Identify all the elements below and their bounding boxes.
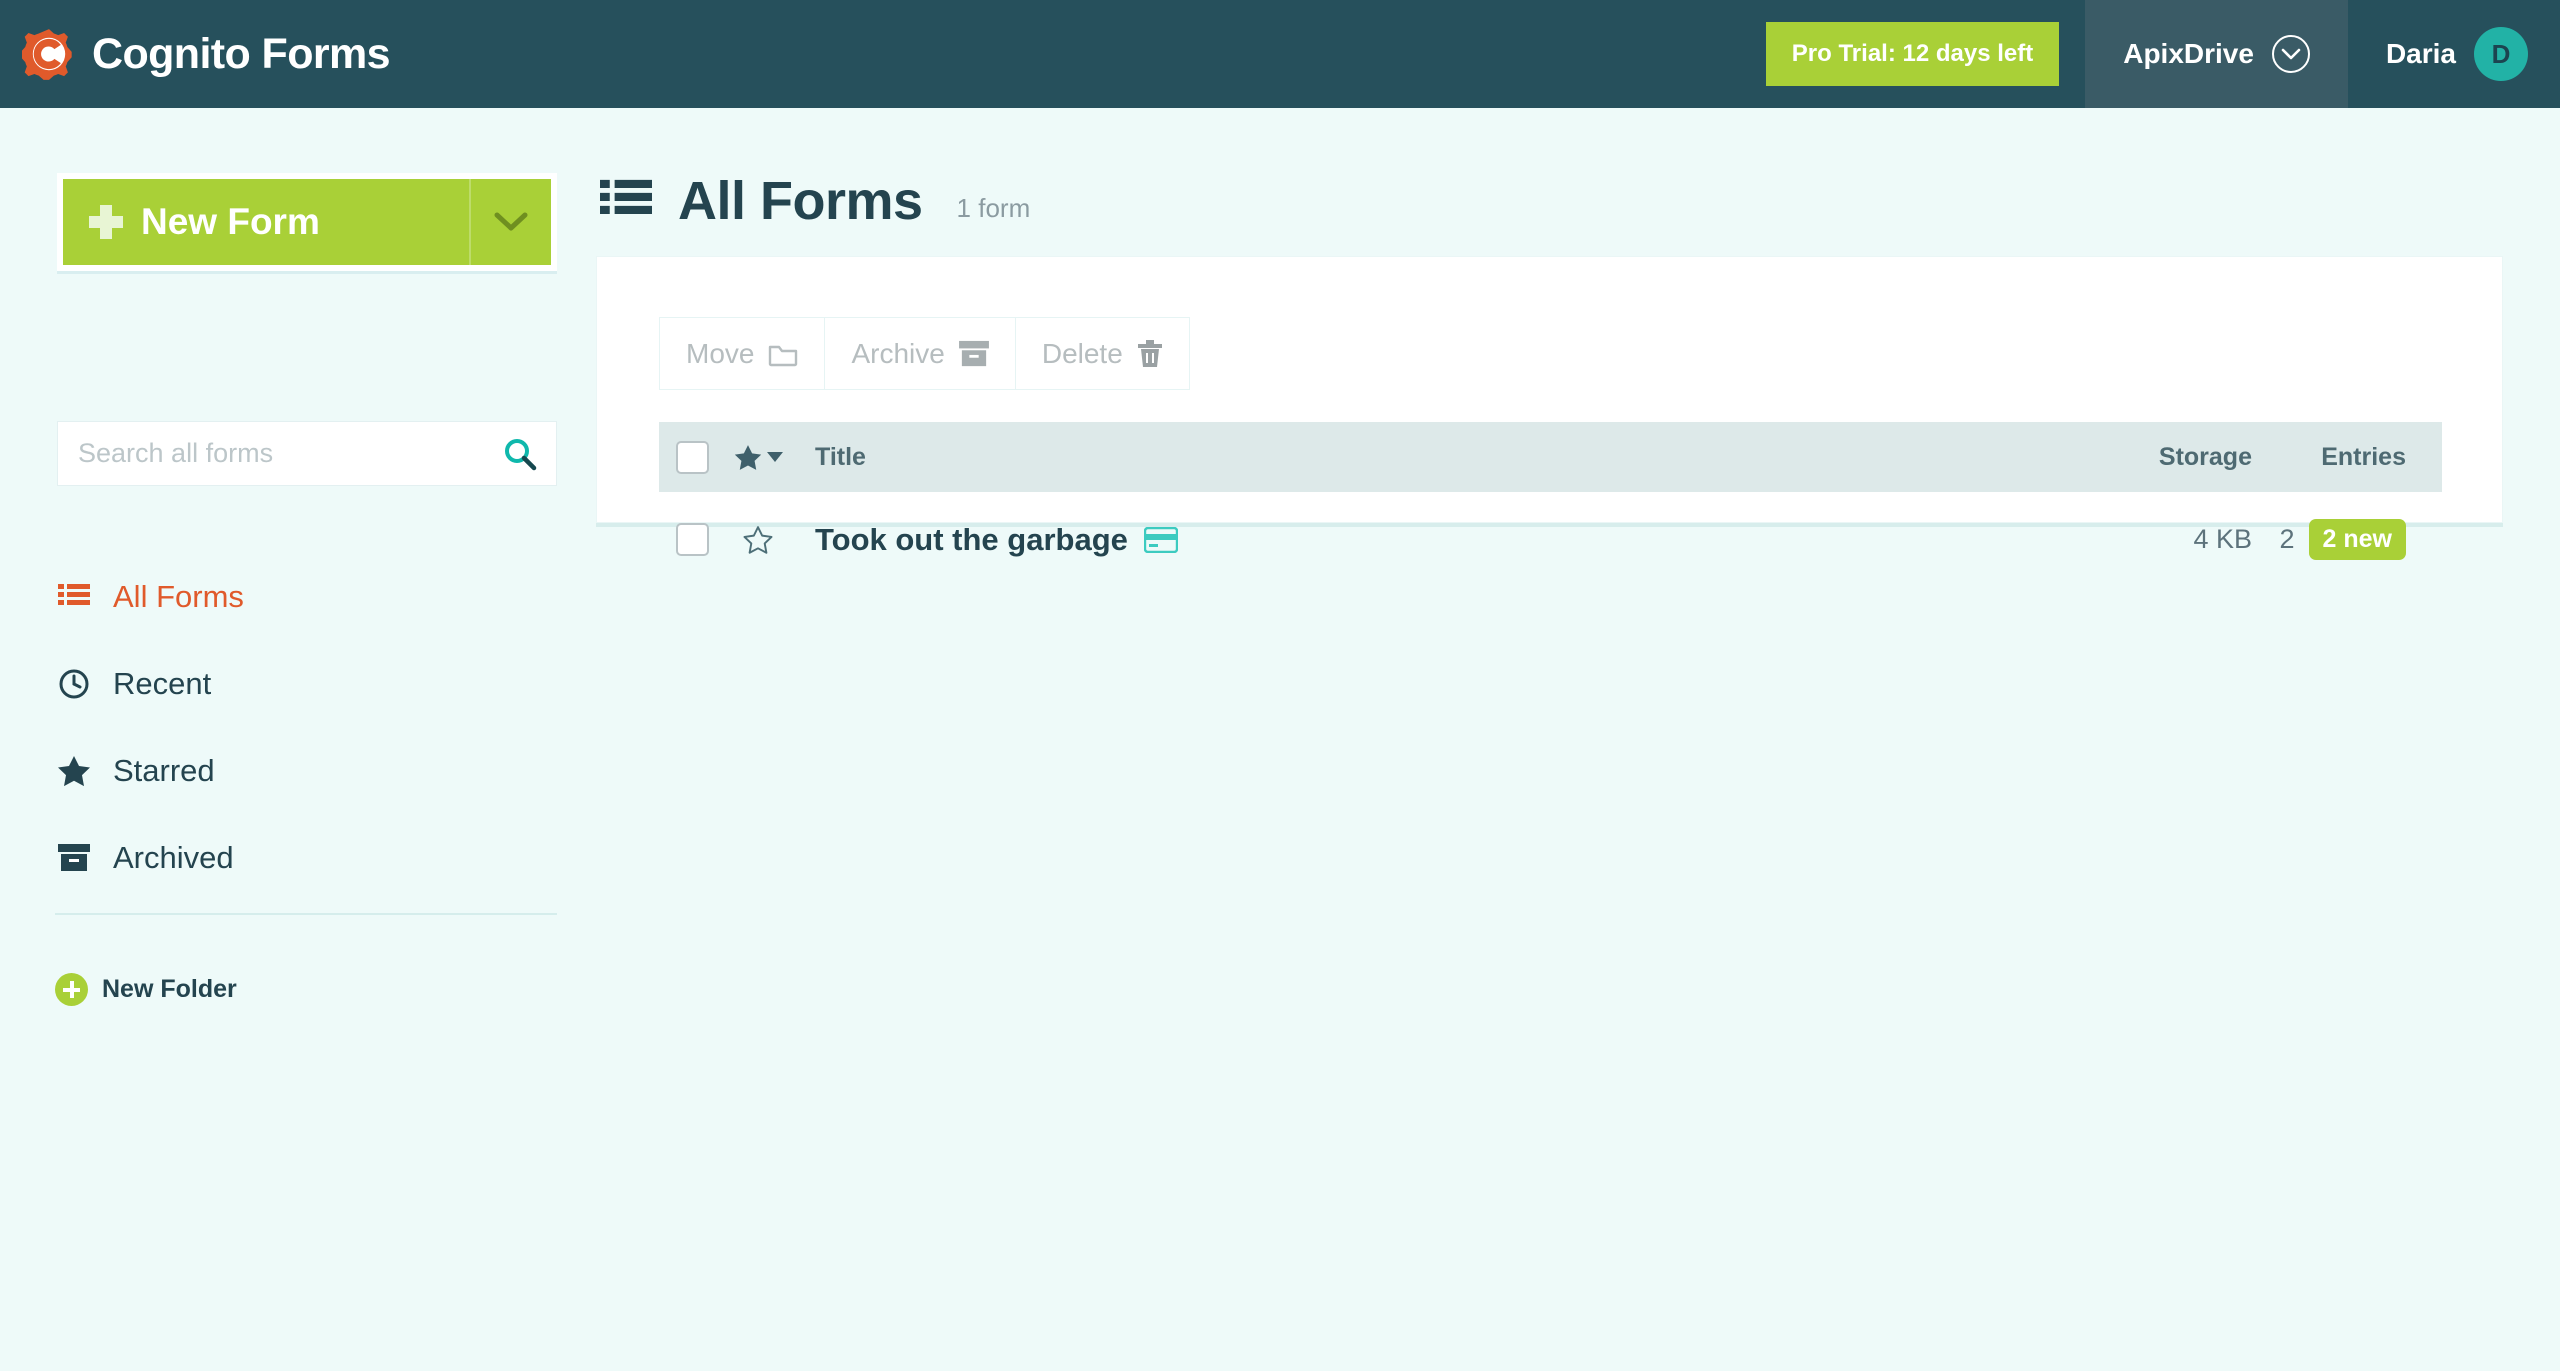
entries-column-label: Entries bbox=[2321, 442, 2406, 471]
org-switcher[interactable]: ApixDrive bbox=[2085, 0, 2348, 108]
storage-value: 4 KB bbox=[2193, 524, 2252, 554]
brand-name: Cognito Forms bbox=[92, 29, 391, 78]
sidebar-item-label: Archived bbox=[113, 839, 234, 875]
storage-column-header[interactable]: Storage bbox=[2052, 443, 2252, 472]
sidebar-item-label: Recent bbox=[113, 665, 212, 701]
brand-logo[interactable]: Cognito Forms bbox=[22, 27, 391, 81]
sidebar-divider bbox=[55, 913, 557, 915]
delete-button[interactable]: Delete bbox=[1014, 317, 1190, 390]
new-folder-label: New Folder bbox=[102, 975, 237, 1003]
trash-icon bbox=[1137, 339, 1162, 367]
sidebar-item-recent[interactable]: Recent bbox=[57, 640, 557, 727]
sidebar-item-archived[interactable]: Archived bbox=[57, 814, 557, 901]
entries-value: 2 bbox=[2279, 524, 2295, 554]
select-all-checkbox[interactable] bbox=[675, 440, 709, 474]
row-checkbox[interactable] bbox=[675, 523, 709, 556]
title-column-label: Title bbox=[815, 442, 866, 471]
cognito-gear-icon bbox=[22, 29, 72, 80]
storage-column-label: Storage bbox=[2158, 442, 2252, 471]
form-count: 1 form bbox=[956, 192, 1031, 223]
org-name: ApixDrive bbox=[2123, 38, 2254, 69]
plus-circle-icon bbox=[55, 973, 88, 1006]
table-row[interactable]: Took out the garbage 4 KB 2 2 new bbox=[659, 492, 2442, 587]
plus-icon bbox=[89, 205, 123, 239]
delete-button-label: Delete bbox=[1041, 337, 1123, 369]
move-button-label: Move bbox=[686, 337, 755, 369]
page-header: All Forms 1 form bbox=[600, 170, 2560, 232]
row-title-cell[interactable]: Took out the garbage bbox=[791, 522, 2052, 558]
row-star-cell[interactable] bbox=[725, 525, 791, 554]
sidebar-item-label: Starred bbox=[113, 752, 215, 788]
bulk-action-toolbar: Move Archive Delete bbox=[659, 317, 1190, 390]
move-button[interactable]: Move bbox=[659, 317, 825, 390]
star-sort-cell[interactable] bbox=[725, 444, 791, 471]
new-entries-badge[interactable]: 2 new bbox=[2308, 519, 2406, 560]
sidebar-item-starred[interactable]: Starred bbox=[57, 727, 557, 814]
star-filled-icon bbox=[57, 754, 91, 788]
new-form-button[interactable]: New Form bbox=[63, 179, 551, 265]
trial-badge-wrap: Pro Trial: 12 days left bbox=[1765, 0, 2085, 108]
chevron-down-icon bbox=[494, 212, 528, 231]
sidebar: New Form All Forms bbox=[0, 108, 600, 1371]
top-header-right: Pro Trial: 12 days left ApixDrive Daria … bbox=[1765, 0, 2560, 108]
forms-card: Move Archive Delete Title Storage Entrie… bbox=[596, 256, 2503, 560]
archive-box-icon bbox=[57, 841, 91, 875]
trial-badge[interactable]: Pro Trial: 12 days left bbox=[1765, 22, 2060, 86]
new-form-dropdown-button[interactable] bbox=[469, 179, 551, 265]
top-header-bar: Cognito Forms Pro Trial: 12 days left Ap… bbox=[0, 0, 2560, 108]
list-icon bbox=[600, 179, 652, 214]
list-icon bbox=[57, 580, 91, 614]
search-icon[interactable] bbox=[502, 436, 538, 472]
entries-column-header[interactable]: Entries bbox=[2252, 443, 2442, 472]
title-column-header[interactable]: Title bbox=[791, 443, 2052, 472]
archive-button-label: Archive bbox=[851, 337, 945, 369]
clock-icon bbox=[57, 667, 91, 701]
chevron-down-icon bbox=[766, 452, 783, 462]
chevron-down-circle-icon bbox=[2271, 35, 2310, 73]
forms-table: Title Storage Entries Took out the garba… bbox=[659, 422, 2442, 587]
user-menu[interactable]: Daria D bbox=[2348, 0, 2560, 108]
payment-card-icon bbox=[1143, 526, 1178, 553]
sidebar-item-label: All Forms bbox=[113, 578, 244, 614]
search-box[interactable] bbox=[57, 421, 557, 486]
select-all-cell bbox=[659, 440, 725, 474]
archive-box-icon bbox=[958, 340, 989, 366]
archive-button[interactable]: Archive bbox=[824, 317, 1015, 390]
new-form-button-shell: New Form bbox=[57, 173, 557, 271]
row-entries-cell: 2 2 new bbox=[2252, 519, 2442, 560]
row-storage-cell: 4 KB bbox=[2052, 524, 2252, 555]
main-content: All Forms 1 form Move Archive Delete Tit… bbox=[596, 108, 2560, 1371]
page-title: All Forms bbox=[678, 171, 923, 231]
row-select-cell bbox=[659, 523, 725, 556]
form-title-link[interactable]: Took out the garbage bbox=[815, 522, 1128, 558]
avatar: D bbox=[2474, 27, 2528, 81]
table-header-row: Title Storage Entries bbox=[659, 422, 2442, 492]
user-name: Daria bbox=[2385, 38, 2456, 69]
new-folder-button[interactable]: New Folder bbox=[55, 973, 237, 1006]
sidebar-nav: All Forms Recent Starred Archived bbox=[57, 553, 557, 901]
star-filled-sort-icon bbox=[734, 444, 761, 470]
folder-icon bbox=[769, 345, 798, 366]
new-form-label: New Form bbox=[141, 201, 320, 242]
sidebar-item-all-forms[interactable]: All Forms bbox=[57, 553, 557, 640]
star-outline-icon bbox=[743, 526, 773, 554]
search-input[interactable] bbox=[58, 422, 502, 485]
